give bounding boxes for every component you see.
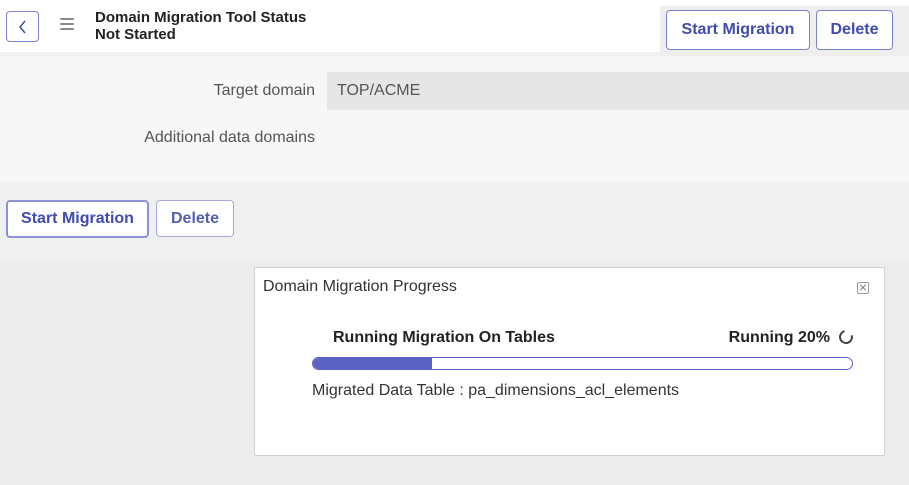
progress-label: Running Migration On Tables: [333, 329, 555, 346]
target-domain-label: Target domain: [213, 82, 315, 99]
progress-status: Running 20%: [728, 329, 830, 346]
back-button[interactable]: [6, 11, 39, 42]
start-migration-button[interactable]: Start Migration: [6, 200, 149, 238]
dialog-title: Domain Migration Progress: [263, 278, 457, 295]
chevron-left-icon: [18, 20, 26, 33]
progress-bar-fill: [313, 358, 432, 369]
migration-progress-dialog: Domain Migration Progress Running Migrat…: [254, 267, 885, 456]
close-icon[interactable]: [857, 282, 869, 294]
target-domain-field: TOP/ACME: [327, 72, 909, 110]
page-title: Domain Migration Tool Status Not Started: [95, 9, 306, 43]
header: Domain Migration Tool Status Not Started…: [0, 0, 909, 56]
progress-bar: [312, 357, 853, 370]
header-actions: Start Migration Delete: [660, 6, 909, 56]
header-start-migration-button[interactable]: Start Migration: [666, 10, 810, 50]
spinner-icon: [836, 327, 856, 347]
migrated-table-detail: Migrated Data Table : pa_dimensions_acl_…: [312, 382, 680, 399]
lower-area: Domain Migration Progress Running Migrat…: [0, 263, 909, 485]
form-area: Target domain TOP/ACME Additional data d…: [0, 56, 909, 182]
hamburger-menu-icon[interactable]: [60, 18, 74, 30]
title-line-1: Domain Migration Tool Status: [95, 9, 307, 26]
header-delete-button[interactable]: Delete: [816, 10, 893, 50]
action-bar: Start Migration Delete: [0, 183, 909, 263]
delete-button[interactable]: Delete: [156, 200, 234, 237]
additional-data-domains-label: Additional data domains: [144, 129, 315, 146]
title-status: Not Started: [95, 26, 176, 43]
